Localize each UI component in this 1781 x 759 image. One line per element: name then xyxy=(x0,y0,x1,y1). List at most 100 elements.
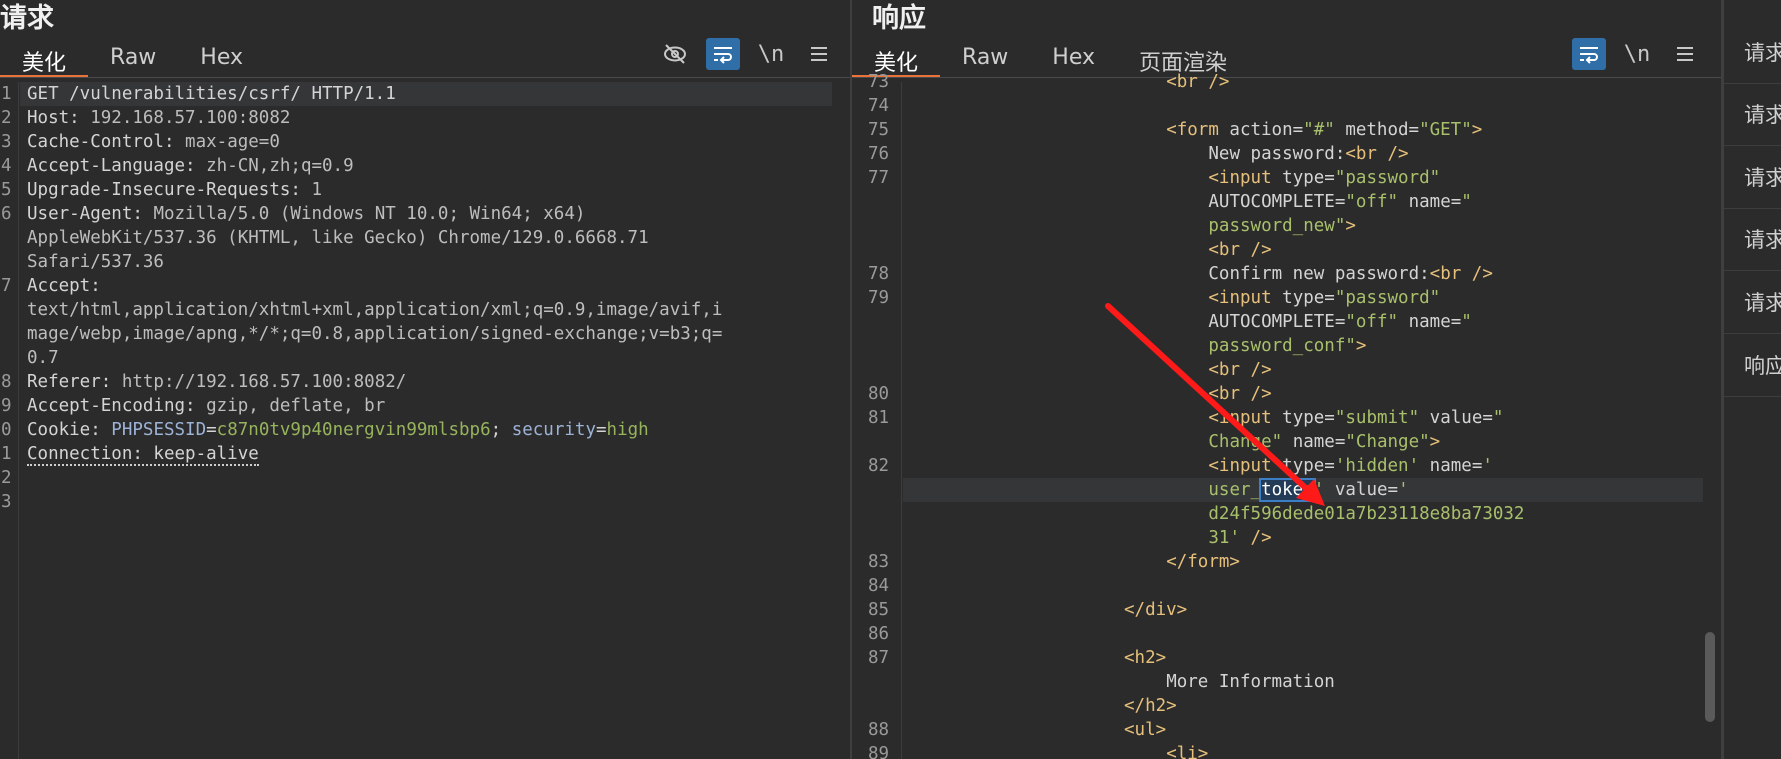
response-line: password_new"> xyxy=(852,214,1721,238)
line-number: 83 xyxy=(868,552,890,572)
code-token: Accept: xyxy=(27,276,112,296)
code-text: AppleWebKit/537.36 (KHTML, like Gecko) C… xyxy=(27,226,649,250)
line-number: 85 xyxy=(868,600,890,620)
code-text: Change" name="Change"> xyxy=(1208,430,1440,454)
response-line: 82 <input type='hidden' name=' xyxy=(852,454,1721,478)
request-panel: 请求 美化 Raw Hex \n 1 GET /vulnerabilities/c… xyxy=(0,0,851,759)
request-editor[interactable]: 1 GET /vulnerabilities/csrf/ HTTP/1.1 2 Hos… xyxy=(0,82,851,759)
sidebar-item-response[interactable]: 响应 xyxy=(1724,335,1781,397)
response-line: user_token' value=' xyxy=(852,478,1721,502)
code-token: Connection: keep-alive xyxy=(27,444,259,466)
response-line: 74 xyxy=(852,94,1721,118)
request-tab-pretty[interactable]: 美化 xyxy=(0,40,89,78)
code-text: Cookie: PHPSESSID=c87n0tv9p40nergvin99ml… xyxy=(27,418,649,442)
code-text: <br /> xyxy=(1166,70,1229,94)
code-token: Accept-Language: xyxy=(27,156,207,176)
response-line: 86 xyxy=(852,622,1721,646)
code-text: <form action="#" method="GET"> xyxy=(1166,118,1482,142)
code-text: 31' /> xyxy=(1208,526,1271,550)
response-line: AUTOCOMPLETE="off" name=" xyxy=(852,190,1721,214)
code-token: ; xyxy=(490,420,512,440)
response-line: 80 <br /> xyxy=(852,382,1721,406)
newline-toggle[interactable]: \n xyxy=(754,38,788,70)
wrap-lines-icon[interactable] xyxy=(706,38,740,70)
response-line: 75 <form action="#" method="GET"> xyxy=(852,118,1721,142)
response-line: d24f596dede01a7b23118e8ba73032 xyxy=(852,502,1721,526)
request-line: 1 GET /vulnerabilities/csrf/ HTTP/1.1 xyxy=(0,82,851,106)
response-toolbar: \n xyxy=(1572,38,1702,70)
code-token: User-Agent: xyxy=(27,204,154,224)
code-token: <form xyxy=(1166,120,1230,140)
code-token: 31' xyxy=(1208,528,1240,548)
request-title: 请求 xyxy=(0,3,54,34)
sidebar-item-request-5[interactable]: 请求 xyxy=(1724,272,1781,334)
code-token: </h2> xyxy=(1124,696,1177,716)
code-token: <br /> xyxy=(1345,144,1409,164)
line-number: 79 xyxy=(868,288,890,308)
code-text: <li> xyxy=(1166,742,1208,759)
code-token: ' xyxy=(1482,456,1493,476)
code-token: <br /> xyxy=(1429,264,1493,284)
code-text: </form> xyxy=(1166,550,1240,574)
code-token: /> xyxy=(1240,528,1272,548)
line-number: 4 xyxy=(1,156,12,176)
request-tab-hex[interactable]: Hex xyxy=(178,40,265,78)
response-panel: 响应 美化 Raw Hex 页面渲染 \n 73 <br /> 74 75 <form … xyxy=(852,0,1721,759)
history-sidebar: 请求 请求 请求 请求 请求 响应 xyxy=(1721,0,1781,759)
response-line: More Information xyxy=(852,670,1721,694)
code-token: Host: xyxy=(27,108,91,128)
code-token: Upgrade-Insecure-Requests: xyxy=(27,180,312,200)
code-token: Confirm new password: xyxy=(1208,264,1430,284)
code-text: mage/webp,image/apng,*/*;q=0.8,applicati… xyxy=(27,322,722,346)
hamburger-menu-icon[interactable] xyxy=(1668,38,1702,70)
code-token: <br /> xyxy=(1208,240,1272,260)
request-line: 4 Accept-Language: zh-CN,zh;q=0.9 xyxy=(0,154,851,178)
request-line: 6 User-Agent: Mozilla/5.0 (Windows NT 10.… xyxy=(0,202,851,226)
code-text: User-Agent: Mozilla/5.0 (Windows NT 10.0… xyxy=(27,202,585,226)
code-token: "#" xyxy=(1303,120,1335,140)
request-line: 5 Upgrade-Insecure-Requests: 1 xyxy=(0,178,851,202)
code-token: " xyxy=(1461,192,1472,212)
eye-slash-icon[interactable] xyxy=(658,38,692,70)
response-line: 76 New password:<br /> xyxy=(852,142,1721,166)
request-line: 2 Host: 192.168.57.100:8082 xyxy=(0,106,851,130)
code-token: method= xyxy=(1334,120,1420,140)
request-tab-raw[interactable]: Raw xyxy=(88,40,178,78)
response-line: 84 xyxy=(852,574,1721,598)
code-text: Confirm new password:<br /> xyxy=(1208,262,1492,286)
newline-toggle[interactable]: \n xyxy=(1620,38,1654,70)
code-text: d24f596dede01a7b23118e8ba73032 xyxy=(1208,502,1524,526)
code-token: 'hidden' xyxy=(1334,456,1420,476)
line-number: 5 xyxy=(1,180,12,200)
code-token: > xyxy=(1471,120,1483,140)
code-token: name= xyxy=(1419,456,1483,476)
request-line: 3 Cache-Control: max-age=0 xyxy=(0,130,851,154)
code-text: <br /> xyxy=(1208,238,1271,262)
response-editor[interactable]: 73 <br /> 74 75 <form action="#" method="GET… xyxy=(852,72,1721,759)
response-line: 79 <input type="password" xyxy=(852,286,1721,310)
code-token: <input xyxy=(1208,288,1283,308)
line-number: 6 xyxy=(1,204,12,224)
sidebar-item-request-3[interactable]: 请求 xyxy=(1724,147,1781,209)
hamburger-menu-icon[interactable] xyxy=(802,38,836,70)
request-tabs-divider xyxy=(0,77,851,78)
code-token: text/html,application/xhtml+xml,applicat… xyxy=(27,300,723,320)
sidebar-item-request-4[interactable]: 请求 xyxy=(1724,209,1781,271)
code-token: <h2> xyxy=(1124,648,1167,668)
code-text: </div> xyxy=(1124,598,1187,622)
code-token: "password" xyxy=(1334,168,1441,188)
line-number: 87 xyxy=(868,648,890,668)
code-text: More Information xyxy=(1166,670,1335,694)
sidebar-item-request-1[interactable]: 请求 xyxy=(1724,22,1781,84)
code-text: </h2> xyxy=(1124,694,1177,718)
line-number: 0 xyxy=(1,420,12,440)
wrap-lines-icon[interactable] xyxy=(1572,38,1606,70)
code-text: Host: 192.168.57.100:8082 xyxy=(27,106,290,130)
code-text: Safari/537.36 xyxy=(27,250,164,274)
code-text: New password:<br /> xyxy=(1208,142,1408,166)
response-scrollbar[interactable] xyxy=(1705,632,1715,722)
sidebar-item-request-2[interactable]: 请求 xyxy=(1724,84,1781,146)
code-text: 0.7 xyxy=(27,346,59,370)
code-text: Accept: xyxy=(27,274,111,298)
code-token: value= xyxy=(1324,480,1399,500)
